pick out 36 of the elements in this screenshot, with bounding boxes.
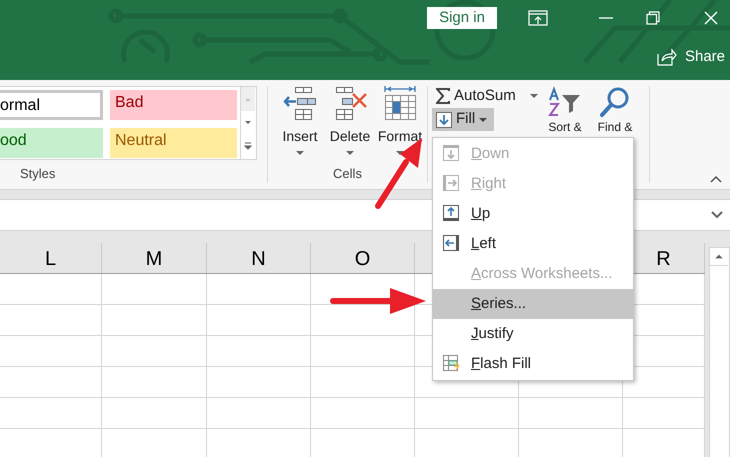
down-arrow-icon [436,112,452,128]
sort-filter-icon [548,86,582,118]
autosum-button[interactable]: AutoSum [432,86,540,106]
collapse-ribbon-icon[interactable] [710,175,722,183]
vertical-scrollbar[interactable] [709,247,730,457]
ribbon-button[interactable]: Insert [276,86,324,157]
expand-icon [711,211,723,219]
flash-fill-icon [443,355,461,373]
fill-button[interactable]: Fill [432,108,494,131]
ribbon-display-icon[interactable] [528,10,548,26]
menu-item[interactable]: Up [433,199,633,229]
menu-item[interactable]: Flash Fill [433,349,633,379]
group-label: Styles [20,166,56,181]
column-header[interactable]: O [311,243,415,273]
search-icon [599,86,631,118]
cell-style-option[interactable]: ormal [0,90,103,120]
column-header[interactable]: N [207,243,311,273]
sigma-icon [436,88,450,104]
menu-item[interactable]: Series... [433,289,633,319]
cell-style-option[interactable]: Bad [110,90,237,120]
caret-icon [530,92,538,100]
cell-style-option[interactable]: ood [0,128,103,158]
maximize-icon[interactable] [646,11,660,25]
menu-item[interactable]: Justify [433,319,633,349]
close-icon[interactable] [704,11,718,25]
share-icon [656,48,677,66]
caret-icon [479,116,488,124]
ribbon-button[interactable]: Delete [326,86,374,157]
column-header[interactable]: L [0,243,102,273]
sign-in-button[interactable]: Sign in [427,7,497,29]
group-label: Cells [333,166,362,181]
cell-style-option[interactable]: Neutral [110,128,237,158]
column-header[interactable]: M [102,243,207,273]
share-button[interactable]: Share [656,46,725,68]
insert-cells-icon [282,86,318,121]
format-cells-icon [382,86,418,121]
